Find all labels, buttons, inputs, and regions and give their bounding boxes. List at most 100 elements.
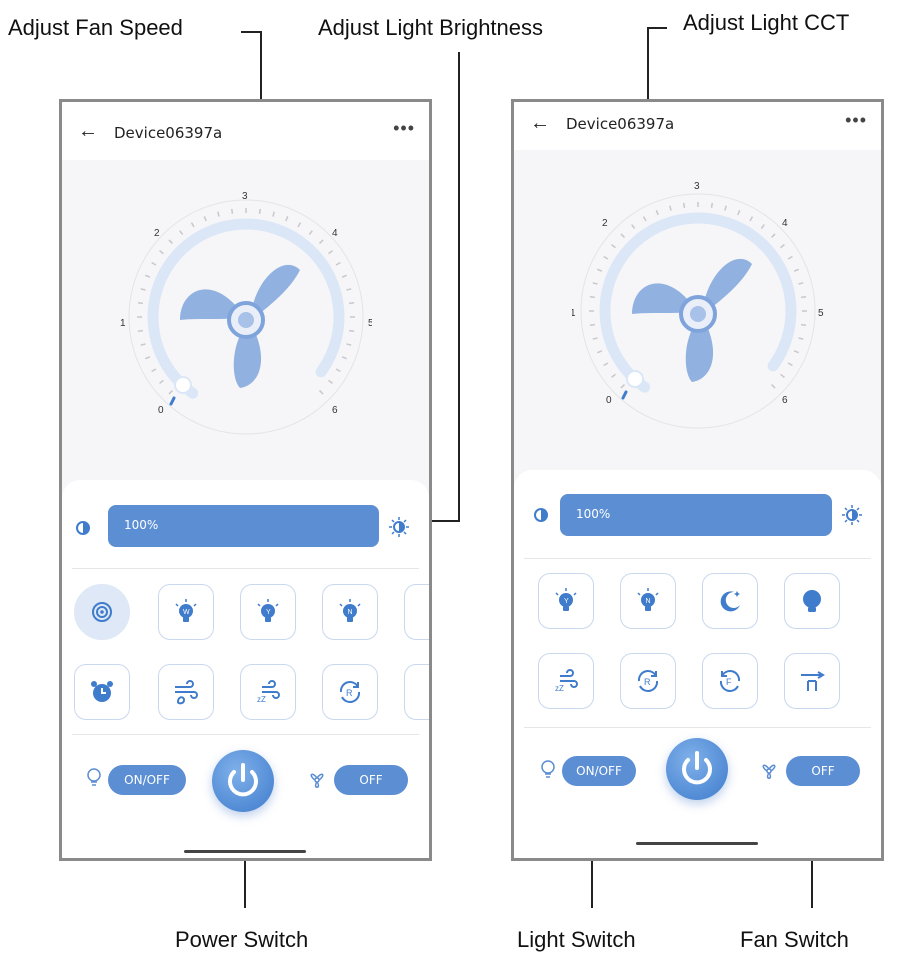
brightness-value: 100% xyxy=(124,518,159,532)
dial-label-0: 0 xyxy=(158,405,164,416)
wind-sleep-icon: zZ xyxy=(257,680,280,704)
dial-label-3: 3 xyxy=(242,191,248,202)
brightness-slider[interactable]: 100% xyxy=(108,505,379,547)
dial-label-2: 2 xyxy=(602,218,608,229)
leader-cct-h xyxy=(647,27,667,29)
reverse-button[interactable]: R xyxy=(620,653,676,709)
partial-tile[interactable] xyxy=(404,584,429,640)
dial-tick xyxy=(346,343,352,346)
wind-natural-icon xyxy=(175,680,198,705)
dial-tick xyxy=(308,230,313,235)
dial-tick xyxy=(724,205,727,211)
fan-speed-dial[interactable]: 0 1 2 3 4 5 6 xyxy=(572,174,824,436)
callout-brightness: Adjust Light Brightness xyxy=(318,15,544,40)
bulb-y-icon: Y xyxy=(257,599,279,622)
fan-speed-dial[interactable]: 0 1 2 3 4 5 6 xyxy=(120,180,372,442)
dial-tick xyxy=(603,362,609,367)
divider-2 xyxy=(524,727,871,728)
dial-tick xyxy=(159,250,164,255)
dial-tick xyxy=(145,274,151,278)
dial-label-2: 2 xyxy=(154,228,160,239)
back-arrow-icon[interactable]: ← xyxy=(78,120,98,143)
dial-tick xyxy=(319,390,324,395)
dial-tick xyxy=(655,210,659,216)
leader-fan-speed-h xyxy=(241,31,261,33)
svg-text:N: N xyxy=(348,609,353,616)
back-arrow-icon[interactable]: ← xyxy=(530,112,550,135)
dial-tick xyxy=(272,211,275,217)
forward-f-icon: F xyxy=(719,670,741,692)
dial-tick xyxy=(771,384,776,389)
dial-label-5: 5 xyxy=(818,308,824,319)
sleep-wind-button[interactable]: zZ xyxy=(538,653,594,709)
light-switch[interactable]: ON/OFF xyxy=(562,756,636,786)
dial-tick xyxy=(589,296,595,299)
light-mode-n-button[interactable]: N xyxy=(620,573,676,629)
dial-tick xyxy=(793,350,799,354)
dial-tick xyxy=(787,362,793,367)
power-button[interactable] xyxy=(666,738,728,800)
more-icon[interactable]: ••• xyxy=(845,110,867,131)
reverse-button[interactable]: R xyxy=(322,664,378,720)
bulb-w-icon: W xyxy=(175,599,197,622)
home-indicator xyxy=(636,842,758,845)
dial-tick xyxy=(168,390,173,395)
dial-tick xyxy=(798,282,804,285)
forward-button[interactable]: F xyxy=(702,653,758,709)
dial-label-6: 6 xyxy=(332,405,338,416)
light-switch[interactable]: ON/OFF xyxy=(108,765,186,795)
bulb-y-icon: Y xyxy=(555,588,577,611)
power-button[interactable] xyxy=(212,750,274,812)
dial-tick xyxy=(258,208,261,214)
light-mode-y-button[interactable]: Y xyxy=(240,584,296,640)
dial-label-3: 3 xyxy=(694,181,700,192)
dial-label-4: 4 xyxy=(782,218,788,229)
light-mode-n-button[interactable]: N xyxy=(322,584,378,640)
bulb-button[interactable] xyxy=(784,573,840,629)
bulb-outline-icon xyxy=(86,767,102,794)
callout-light: Light Switch xyxy=(517,927,636,952)
light-mode-y-button[interactable]: Y xyxy=(538,573,594,629)
dial-tick xyxy=(335,261,341,266)
dial-tick xyxy=(328,250,333,255)
moon-icon xyxy=(720,591,740,612)
dial-tick xyxy=(168,239,173,244)
fan-switch[interactable]: OFF xyxy=(334,765,408,795)
fan-switch[interactable]: OFF xyxy=(786,756,860,786)
brightness-value: 100% xyxy=(576,507,611,521)
dial-tick xyxy=(137,329,143,332)
bulb-n-icon: N xyxy=(339,599,361,622)
natural-wind-button[interactable] xyxy=(158,664,214,720)
more-icon[interactable]: ••• xyxy=(393,118,415,139)
dial-tick xyxy=(190,222,195,228)
dial-tick xyxy=(603,255,609,260)
svg-text:F: F xyxy=(726,677,732,687)
svg-text:zZ: zZ xyxy=(555,684,564,693)
dial-tick xyxy=(798,337,804,340)
dial-label-1: 1 xyxy=(572,308,576,319)
dial-tick xyxy=(349,302,355,305)
bluetooth-pair-icon xyxy=(92,602,112,622)
light-mode-w-button[interactable]: W xyxy=(158,584,214,640)
timer-button[interactable] xyxy=(74,664,130,720)
dial-label-1: 1 xyxy=(120,318,126,329)
dial-tick xyxy=(328,379,333,384)
dial-tick xyxy=(620,384,625,389)
fan-mount-button[interactable] xyxy=(784,653,840,709)
callout-fan: Fan Switch xyxy=(740,927,849,952)
svg-text:R: R xyxy=(644,677,651,687)
divider-2 xyxy=(72,734,419,735)
dial-tick xyxy=(592,337,598,340)
dial-tick xyxy=(140,288,146,291)
brightness-slider[interactable]: 100% xyxy=(560,494,832,536)
top-bar: ← Device06397a ••• xyxy=(514,102,881,150)
night-mode-button[interactable] xyxy=(702,573,758,629)
bluetooth-pair-button[interactable] xyxy=(74,584,130,640)
sleep-wind-button[interactable]: zZ xyxy=(240,664,296,720)
dial-tick xyxy=(349,329,355,332)
dial-tick xyxy=(669,205,672,211)
alarm-clock-icon xyxy=(91,681,113,702)
partial-tile-2[interactable] xyxy=(404,664,429,720)
brightness-sun-icon xyxy=(389,517,409,542)
dial-tick xyxy=(335,368,341,373)
